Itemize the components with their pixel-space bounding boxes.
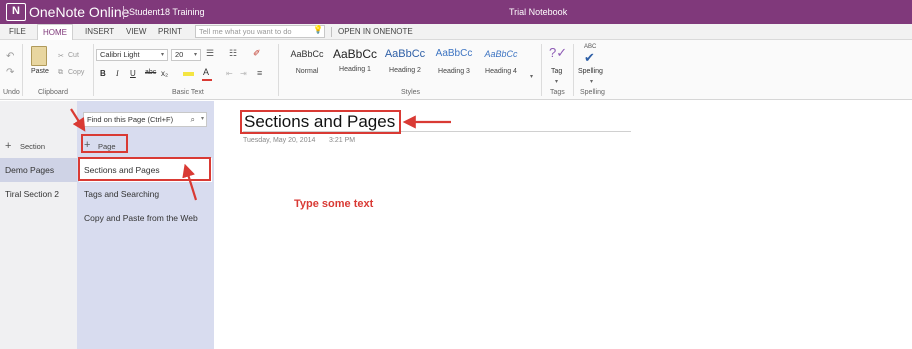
annotation-arrow (182, 163, 198, 201)
annotation-arrow (70, 108, 86, 132)
annotation-arrows (70, 108, 451, 201)
